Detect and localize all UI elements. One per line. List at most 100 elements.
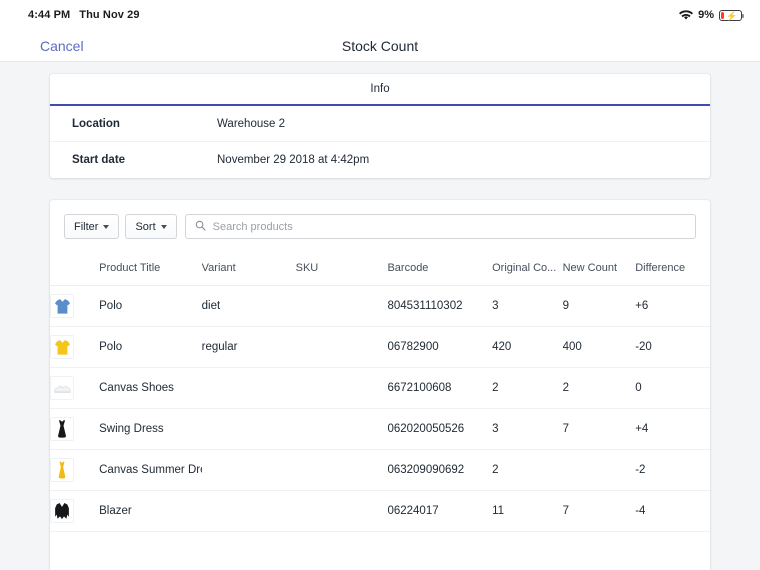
cell-barcode: 063209090692 <box>387 449 493 491</box>
info-row-start-date: Start date November 29 2018 at 4:42pm <box>50 142 710 178</box>
black-blazer-icon <box>50 499 74 523</box>
partial-row-cell <box>295 531 388 570</box>
cell-barcode: 6672100608 <box>387 367 493 409</box>
partial-row-cell <box>201 531 296 570</box>
cell-sku <box>295 490 388 532</box>
cell-variant <box>201 449 296 491</box>
search-icon <box>195 218 206 236</box>
info-value-start-date: November 29 2018 at 4:42pm <box>217 154 370 166</box>
cell-original-count: 3 <box>492 285 563 327</box>
cell-barcode: 06224017 <box>387 490 493 532</box>
info-row-location: Location Warehouse 2 <box>50 106 710 142</box>
chevron-down-icon <box>103 224 110 229</box>
product-thumbnail-cell <box>50 490 100 532</box>
cell-product-title: Canvas Shoes <box>99 367 202 409</box>
cell-difference: +6 <box>635 285 710 327</box>
info-label-start-date: Start date <box>72 154 126 166</box>
product-list-card: Filter Sort Search products Product Titl… <box>50 200 710 570</box>
partial-row-cell <box>562 531 636 570</box>
cell-barcode: 06782900 <box>387 326 493 368</box>
column-header-new-count: New Count <box>562 251 636 286</box>
product-thumbnail-cell <box>50 449 100 491</box>
sort-button-label: Sort <box>135 220 156 233</box>
navigation-bar: Cancel Stock Count <box>0 30 760 62</box>
cell-new-count <box>562 449 636 491</box>
cell-new-count: 9 <box>562 285 636 327</box>
info-label-location: Location <box>72 117 120 130</box>
status-time: 4:44 PM <box>28 9 71 21</box>
cell-variant: regular <box>201 326 296 368</box>
info-tab-strip: Info <box>50 74 710 106</box>
cell-difference: -20 <box>635 326 710 368</box>
status-bar: 4:44 PM Thu Nov 29 9% ⚡ <box>0 0 760 30</box>
battery-charging-icon: ⚡ <box>719 9 744 21</box>
partial-row-cell <box>50 531 100 570</box>
partial-row-cell <box>387 531 493 570</box>
filter-button[interactable]: Filter <box>64 214 120 239</box>
table-row[interactable]: Canvas Shoes 6672100608 2 2 0 <box>50 367 710 409</box>
partial-row-cell <box>492 531 563 570</box>
table-row-partial <box>50 531 710 570</box>
table-row[interactable]: Swing Dress 062020050526 3 7 +4 <box>50 408 710 450</box>
sort-button[interactable]: Sort <box>125 214 177 239</box>
cell-new-count: 2 <box>562 367 636 409</box>
cell-barcode: 804531110302 <box>387 285 493 327</box>
product-thumbnail-cell <box>50 285 100 327</box>
cell-variant: diet <box>201 285 296 327</box>
cell-sku <box>295 367 388 409</box>
column-header-barcode: Barcode <box>387 251 493 286</box>
cell-sku <box>295 449 388 491</box>
cell-difference: -4 <box>635 490 710 532</box>
wifi-icon <box>679 9 694 21</box>
battery-percent-label: 9% <box>698 9 714 21</box>
info-card: Info Location Warehouse 2 Start date Nov… <box>50 74 710 178</box>
column-header-product-title: Product Title <box>99 251 202 286</box>
black-swing-dress-icon <box>50 417 74 441</box>
cell-barcode: 062020050526 <box>387 408 493 450</box>
status-bar-left: 4:44 PM Thu Nov 29 <box>28 9 140 21</box>
cell-difference: 0 <box>635 367 710 409</box>
partial-row-cell <box>99 531 202 570</box>
column-header-sku: SKU <box>295 251 388 286</box>
blue-polo-shirt-icon <box>50 294 74 318</box>
cell-variant <box>201 490 296 532</box>
search-field[interactable] <box>184 214 696 239</box>
cell-sku <box>295 326 388 368</box>
chevron-down-icon <box>160 224 167 229</box>
table-header-row: Product Title Variant SKU Barcode Origin… <box>50 251 710 286</box>
stock-count-table: Product Title Variant SKU Barcode Origin… <box>50 251 710 570</box>
table-row[interactable]: Polo regular 06782900 420 400 -20 <box>50 326 710 368</box>
cell-difference: +4 <box>635 408 710 450</box>
status-bar-right: 9% ⚡ <box>679 9 744 21</box>
cell-product-title: Polo <box>99 326 202 368</box>
info-value-location: Warehouse 2 <box>217 117 285 130</box>
product-thumbnail-cell <box>50 408 100 450</box>
yellow-polo-shirt-icon <box>50 335 74 359</box>
cell-variant <box>201 408 296 450</box>
white-canvas-shoe-icon <box>50 376 74 400</box>
cell-original-count: 2 <box>492 449 563 491</box>
status-date: Thu Nov 29 <box>79 9 140 21</box>
cell-product-title: Swing Dress <box>99 408 202 450</box>
cell-sku <box>295 408 388 450</box>
table-row[interactable]: Polo diet 804531110302 3 9 +6 <box>50 285 710 327</box>
cell-original-count: 420 <box>492 326 563 368</box>
yellow-summer-dress-icon <box>50 458 74 482</box>
cell-original-count: 11 <box>492 490 563 532</box>
cell-new-count: 7 <box>562 490 636 532</box>
main-content: Info Location Warehouse 2 Start date Nov… <box>0 62 760 570</box>
table-row[interactable]: Canvas Summer Dress 0632090906922 -2 <box>50 449 710 491</box>
cancel-button[interactable]: Cancel <box>40 38 84 54</box>
cell-product-title: Canvas Summer Dress <box>99 449 202 491</box>
column-header-variant: Variant <box>201 251 296 286</box>
cell-new-count: 7 <box>562 408 636 450</box>
search-input[interactable] <box>212 220 686 233</box>
cell-product-title: Blazer <box>99 490 202 532</box>
product-thumbnail-cell <box>50 367 100 409</box>
cell-sku <box>295 285 388 327</box>
column-header-thumbnail <box>50 251 100 286</box>
table-row[interactable]: Blazer 06224017 11 7 -4 <box>50 490 710 532</box>
cell-variant <box>201 367 296 409</box>
table-body: Polo diet 804531110302 3 9 +6 Polo regular 06782… <box>50 285 710 570</box>
tab-info[interactable]: Info <box>370 83 389 95</box>
